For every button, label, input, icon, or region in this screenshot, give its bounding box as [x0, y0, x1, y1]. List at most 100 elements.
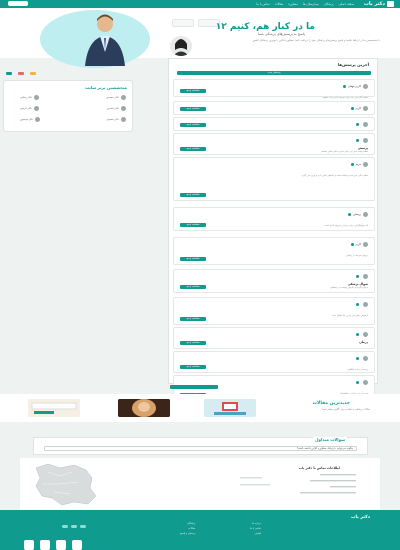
- view-answer-button[interactable]: مشاهده پاسخ: [180, 285, 206, 289]
- view-answer-button[interactable]: مشاهده پاسخ: [180, 107, 206, 111]
- top-bar: صفحه اصلی پزشکان بیمارستان ها مشاوره مقا…: [0, 0, 400, 8]
- expert-item[interactable]: دکتر حسینی: [106, 116, 126, 122]
- contact-section: اطلاعات تماس با دکتر یاب: [20, 458, 380, 510]
- verified-icon: [356, 275, 359, 278]
- faq-question[interactable]: چگونه می‌توانم با پزشک مشاوره آنلاین داش…: [44, 446, 357, 451]
- more-questions-button[interactable]: [170, 385, 218, 389]
- question-card[interactable]: کاربر مهمان سلام دکتر من چند روزه سرفه دا…: [173, 79, 375, 99]
- trust-badge[interactable]: [24, 540, 34, 550]
- button-label: مشاهده پاسخ: [186, 285, 200, 288]
- login-button[interactable]: [8, 1, 28, 6]
- iran-map[interactable]: [30, 462, 100, 507]
- view-answer-button[interactable]: مشاهده پاسخ: [180, 223, 206, 227]
- article-card[interactable]: [204, 399, 256, 417]
- expert-item[interactable]: دکتر احمدی: [107, 105, 126, 111]
- social-icon[interactable]: [62, 525, 68, 528]
- avatar: [363, 380, 368, 385]
- question-card[interactable]: پرسش سلام وقت بخیر من دچار سردرد های مکرر…: [173, 133, 375, 155]
- stat-card: [172, 19, 194, 27]
- stat-chip: [18, 72, 25, 75]
- question-card[interactable]: مریم سلام دکتر، فرزندم دو ساله است و اشته…: [173, 157, 375, 201]
- avatar: [363, 302, 368, 307]
- avatar: [363, 212, 368, 217]
- view-answer-button[interactable]: مشاهده پاسخ: [180, 317, 206, 321]
- nav-item[interactable]: مشاوره: [288, 2, 298, 6]
- avatar: [34, 105, 40, 111]
- question-card[interactable]: سوال پزشکی درمان اگزما و خارش پوست در زمس…: [173, 269, 375, 293]
- social-icon[interactable]: [71, 525, 77, 528]
- card-text: درمان اگزما و خارش پوست در زمستان: [330, 286, 368, 289]
- nav-item[interactable]: مقالات: [275, 2, 284, 6]
- expert-item[interactable]: دکتر محمدی: [106, 94, 126, 100]
- avatar: [363, 122, 368, 127]
- author-name: کاربر: [355, 243, 361, 246]
- experts-panel: متخصصین برتر سایت دکتر محمدی دکتر رضایی …: [3, 80, 133, 132]
- question-card[interactable]: درمان مشاهده پاسخ: [173, 327, 375, 349]
- view-answer-button[interactable]: مشاهده پاسخ: [180, 123, 206, 127]
- tab-new-question[interactable]: پرسش جدید: [177, 71, 371, 75]
- expert-item[interactable]: دکتر رضایی: [20, 94, 40, 100]
- footer-link[interactable]: درباره ما: [250, 522, 261, 525]
- avatar: [363, 162, 368, 167]
- card-text: پرسش درباره واکسن: [347, 368, 368, 371]
- button-label: مشاهده پاسخ: [186, 107, 200, 110]
- button-label: مشاهده پاسخ: [186, 223, 200, 226]
- card-author: [356, 274, 368, 279]
- question-card[interactable]: آزمایش خون من چربی بالا نشان داده مشاهده …: [173, 297, 375, 325]
- view-answer-button[interactable]: مشاهده پاسخ: [180, 257, 206, 261]
- expert-item[interactable]: دکتر موسوی: [20, 116, 41, 122]
- card-author: مریم: [350, 162, 368, 167]
- social-icon[interactable]: [80, 525, 86, 528]
- footer-link[interactable]: مقالات: [180, 527, 195, 530]
- question-card[interactable]: پرسش درباره واکسن مشاهده پاسخ: [173, 351, 375, 373]
- avatar: [121, 105, 126, 111]
- footer-link[interactable]: پرسش و پاسخ: [180, 532, 195, 535]
- site-logo[interactable]: دکتر یاب: [364, 1, 394, 7]
- view-answer-button[interactable]: مشاهده پاسخ: [180, 193, 206, 197]
- expert-item[interactable]: دکتر کریمی: [20, 105, 40, 111]
- avatar: [121, 94, 126, 100]
- button-label: مشاهده پاسخ: [186, 193, 200, 196]
- footer-links-2: پزشکان مقالات پرسش و پاسخ: [180, 522, 195, 535]
- nav-item[interactable]: بیمارستان ها: [303, 2, 319, 6]
- avatar: [363, 332, 368, 337]
- nav-item[interactable]: تماس با ما: [256, 2, 269, 6]
- card-author: [356, 122, 368, 127]
- stats-widget: [6, 60, 58, 75]
- doctor-image: [85, 14, 125, 66]
- avatar: [34, 94, 40, 100]
- question-card[interactable]: کاربر ریزش مو بعد از زایمان مشاهده پاسخ: [173, 237, 375, 265]
- articles-description: مقالات پزشکی و سلامت برای آگاهی بیشتر شم…: [322, 408, 370, 411]
- avatar: [170, 36, 192, 56]
- article-card[interactable]: [28, 399, 80, 417]
- footer: دکتر یاب درباره ما تماس با ما قوانین پزش…: [0, 510, 400, 550]
- view-answer-button[interactable]: مشاهده پاسخ: [180, 89, 206, 93]
- trust-badge[interactable]: [40, 540, 50, 550]
- footer-link[interactable]: تماس با ما: [250, 527, 261, 530]
- card-title: درمان: [359, 340, 368, 344]
- card-author: [356, 380, 368, 385]
- article-card[interactable]: [118, 399, 170, 417]
- author-name: پرسش: [353, 213, 361, 216]
- card-text: سلام وقت بخیر من دچار سردرد های مکرر هست…: [321, 150, 368, 153]
- trust-badge[interactable]: [72, 540, 82, 550]
- expert-name: دکتر حسینی: [106, 117, 119, 121]
- view-answer-button[interactable]: مشاهده پاسخ: [180, 147, 206, 151]
- expert-name: دکتر رضایی: [20, 95, 33, 99]
- nav-item[interactable]: پزشکان: [324, 2, 334, 6]
- footer-logo[interactable]: دکتر یاب: [351, 515, 370, 520]
- author-name: مریم: [355, 163, 361, 166]
- card-text: سلام دکتر من چند روزه سرفه دارم و تب خفی…: [322, 96, 368, 99]
- question-card[interactable]: کاربردرد در ناحیه کمر بعد از ورزشمشاهده …: [173, 101, 375, 121]
- footer-link[interactable]: قوانین: [250, 532, 262, 535]
- view-answer-button[interactable]: مشاهده پاسخ: [180, 341, 206, 345]
- question-card[interactable]: پرسش آیا سونوگرافی برای بررسی تیروئید لاز…: [173, 207, 375, 231]
- stat-chip: [30, 72, 37, 75]
- trust-badge[interactable]: [56, 540, 66, 550]
- card-text: آیا سونوگرافی برای بررسی تیروئید لازم اس…: [324, 224, 368, 227]
- nav-item[interactable]: صفحه اصلی: [339, 2, 354, 6]
- expert-name: دکتر احمدی: [106, 106, 119, 110]
- view-answer-button[interactable]: مشاهده پاسخ: [180, 365, 206, 369]
- footer-link[interactable]: پزشکان: [180, 522, 195, 525]
- question-card[interactable]: آیا مصرف این دارو در بارداری مجاز استمشا…: [173, 117, 375, 137]
